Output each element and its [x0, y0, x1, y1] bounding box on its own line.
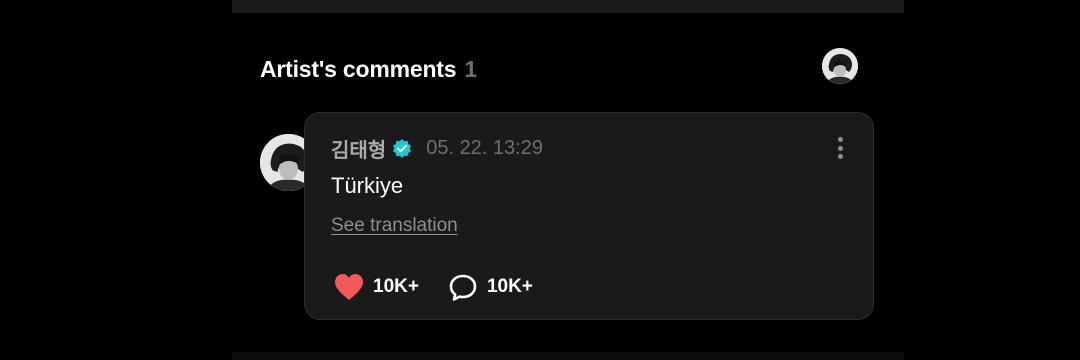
- comment-actions: 10K+ 10K+: [333, 271, 533, 303]
- comment-bubble-icon: [449, 274, 477, 301]
- comment-count: 1: [464, 55, 478, 82]
- more-dot: [837, 137, 843, 142]
- comment-card: 김태형 05. 22. 13:29 Türkiye See translatio…: [304, 112, 874, 320]
- like-button[interactable]: 10K+: [333, 272, 419, 302]
- heart-icon: [335, 274, 363, 300]
- section-title: Artist's comments: [260, 55, 457, 82]
- comment-timestamp: 05. 22. 13:29: [426, 136, 543, 159]
- more-dot: [837, 154, 843, 159]
- see-translation-link[interactable]: See translation: [331, 215, 458, 237]
- section-header: Artist's comments 1: [260, 52, 477, 86]
- more-dot: [837, 145, 843, 151]
- verified-badge-icon: [393, 139, 412, 158]
- comment-meta: 김태형 05. 22. 13:29: [331, 134, 543, 163]
- more-options-icon[interactable]: [833, 135, 847, 161]
- artist-avatar-image: [822, 48, 858, 84]
- reply-button[interactable]: 10K+: [447, 272, 533, 302]
- reply-count: 10K+: [486, 276, 533, 297]
- comment-text: Türkiye: [331, 173, 404, 198]
- like-count: 10K+: [373, 276, 419, 297]
- artist-avatar-button[interactable]: [822, 48, 858, 84]
- author-name[interactable]: 김태형: [331, 134, 386, 163]
- previous-content-edge: [232, 0, 904, 13]
- next-content-edge: [232, 352, 904, 360]
- comments-screen: Artist's comments 1 김태형 05. 22. 13:29 Tü…: [0, 0, 1080, 360]
